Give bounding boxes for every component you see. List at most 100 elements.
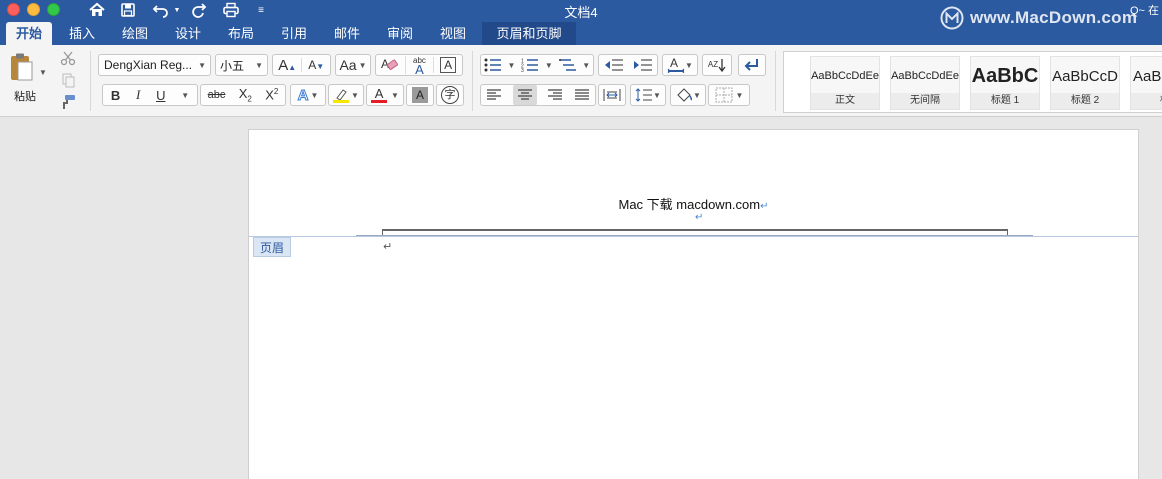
paste-label: 粘贴: [14, 91, 36, 103]
ribbon: ▼ 粘贴 DengXian Reg... ▼ 小五 ▼ A▲ A▼ Aa ▼ A …: [0, 45, 1162, 117]
paste-options-chevron-icon[interactable]: ▼: [38, 61, 48, 83]
underline-chevron-icon[interactable]: ▼: [181, 91, 189, 100]
borders-button[interactable]: ▼: [708, 84, 750, 106]
line-spacing-button[interactable]: ▼: [630, 84, 666, 106]
font-size-select[interactable]: 小五 ▼: [215, 54, 268, 76]
chevron-down-icon: ▼: [735, 90, 744, 100]
highlighter-icon: [333, 88, 350, 103]
copy-icon[interactable]: [58, 70, 78, 90]
clipboard-icon: [8, 52, 34, 82]
style-heading-1[interactable]: AaBbC 标题 1: [970, 56, 1040, 110]
font-name-select[interactable]: DengXian Reg... ▼: [98, 54, 211, 76]
header-text: Mac 下载 macdown.com: [618, 197, 761, 212]
asian-layout-icon: A: [667, 57, 685, 73]
bullet-list-icon[interactable]: [484, 58, 502, 72]
font-size-adjust-group: A▲ A▼: [272, 54, 331, 76]
distributed-align-button[interactable]: [598, 84, 626, 106]
style-title[interactable]: AaBl 标: [1130, 56, 1162, 110]
superscript-button[interactable]: X2: [265, 87, 278, 102]
style-normal[interactable]: AaBbCcDdEe 正文: [810, 56, 880, 110]
watermark-text: www.MacDown.com: [970, 8, 1138, 27]
bold-button[interactable]: B: [111, 88, 120, 103]
numbered-list-icon[interactable]: 123: [521, 58, 539, 72]
grow-font-button[interactable]: A▲: [273, 57, 301, 74]
underline-button[interactable]: U: [156, 88, 165, 103]
shrink-font-button[interactable]: A▼: [301, 58, 330, 72]
chevron-down-icon: ▼: [310, 90, 319, 100]
subscript-button[interactable]: X2: [239, 86, 252, 104]
decrease-indent-icon[interactable]: [604, 58, 624, 72]
chevron-down-icon[interactable]: ▼: [582, 61, 590, 70]
header-label-tag: 页眉: [253, 237, 291, 257]
chevron-down-icon: ▼: [358, 60, 367, 70]
tab-references[interactable]: 引用: [270, 22, 318, 45]
tab-header-footer[interactable]: 页眉和页脚: [482, 22, 576, 45]
watermark: www.MacDown.com: [940, 4, 1137, 32]
enclose-character-button[interactable]: 字: [436, 84, 464, 106]
line-spacing-icon: [635, 88, 653, 102]
chevron-down-icon: ▼: [653, 90, 661, 100]
tab-insert[interactable]: 插入: [58, 22, 106, 45]
header-boundary-line: [249, 236, 1138, 237]
align-left-icon[interactable]: [486, 88, 502, 102]
character-shading-button[interactable]: A: [406, 84, 434, 106]
change-case-button[interactable]: Aa ▼: [335, 54, 371, 76]
svg-text:3: 3: [521, 68, 524, 72]
document-area: Mac 下载 macdown.com↵ ↵ 页眉 ↵: [0, 118, 1162, 479]
chevron-down-icon[interactable]: ▼: [545, 61, 553, 70]
header-paragraph[interactable]: Mac 下载 macdown.com↵: [249, 194, 1138, 213]
font-name-value: DengXian Reg...: [104, 58, 193, 72]
cut-icon[interactable]: [58, 48, 78, 68]
increase-indent-icon[interactable]: [633, 58, 653, 72]
justify-icon[interactable]: [574, 88, 590, 102]
asian-layout-button[interactable]: A ▼: [662, 54, 698, 76]
header-boundary-line-inner: [356, 235, 1033, 236]
highlight-color-button[interactable]: ▼: [328, 84, 364, 106]
body-paragraph-mark[interactable]: ↵: [383, 240, 392, 253]
shading-button[interactable]: ▼: [670, 84, 706, 106]
multilevel-list-icon[interactable]: [558, 58, 577, 72]
character-border-icon[interactable]: A: [433, 57, 462, 73]
sort-icon: AZ: [707, 60, 719, 69]
document-page[interactable]: Mac 下载 macdown.com↵ ↵ 页眉 ↵: [248, 129, 1139, 479]
clear-formatting-icon[interactable]: A: [376, 56, 405, 74]
italic-button[interactable]: I: [136, 87, 140, 103]
sort-button[interactable]: AZ: [702, 54, 732, 76]
font-color-button[interactable]: A ▼: [366, 84, 404, 106]
chevron-down-icon: ▼: [351, 90, 359, 100]
phonetic-guide-icon[interactable]: abc A: [404, 56, 434, 76]
format-painter-icon[interactable]: [58, 92, 78, 112]
script-formatting-group: abc X2 X2: [200, 84, 286, 106]
return-arrow-icon: [744, 59, 758, 71]
macdown-logo-icon: [940, 6, 964, 30]
tab-review[interactable]: 审阅: [376, 22, 424, 45]
tab-design[interactable]: 设计: [164, 22, 212, 45]
paste-button[interactable]: [6, 51, 36, 83]
tab-mailings[interactable]: 邮件: [323, 22, 371, 45]
style-no-spacing[interactable]: AaBbCcDdEe 无间隔: [890, 56, 960, 110]
chevron-down-icon: ▼: [255, 60, 263, 70]
alignment-group: [480, 84, 596, 106]
paragraph-mark: ↵: [695, 212, 704, 223]
align-right-icon[interactable]: [547, 88, 563, 102]
tab-home[interactable]: 开始: [6, 22, 52, 45]
show-formatting-marks-button[interactable]: [738, 54, 766, 76]
tab-view[interactable]: 视图: [429, 22, 477, 45]
chevron-down-icon: ▼: [198, 60, 206, 70]
chevron-down-icon: ▼: [693, 90, 701, 100]
svg-text:A: A: [670, 57, 678, 70]
tab-layout[interactable]: 布局: [217, 22, 265, 45]
paint-bucket-icon: [677, 88, 693, 102]
styles-gallery: AaBbCcDdEe 正文 AaBbCcDdEe 无间隔 AaBbC 标题 1 …: [783, 51, 1162, 113]
clear-formatting-group: A abc A A: [375, 54, 463, 76]
paragraph-mark: ↵: [760, 201, 769, 212]
text-effects-button[interactable]: A ▼: [290, 84, 326, 106]
chevron-down-icon: ▼: [685, 60, 693, 70]
strikethrough-button[interactable]: abc: [208, 89, 226, 101]
font-size-value: 小五: [220, 58, 245, 73]
style-heading-2[interactable]: AaBbCcD 标题 2: [1050, 56, 1120, 110]
tab-draw[interactable]: 绘图: [111, 22, 159, 45]
chevron-down-icon[interactable]: ▼: [508, 61, 516, 70]
indent-group: [598, 54, 658, 76]
align-center-icon[interactable]: [512, 85, 537, 105]
